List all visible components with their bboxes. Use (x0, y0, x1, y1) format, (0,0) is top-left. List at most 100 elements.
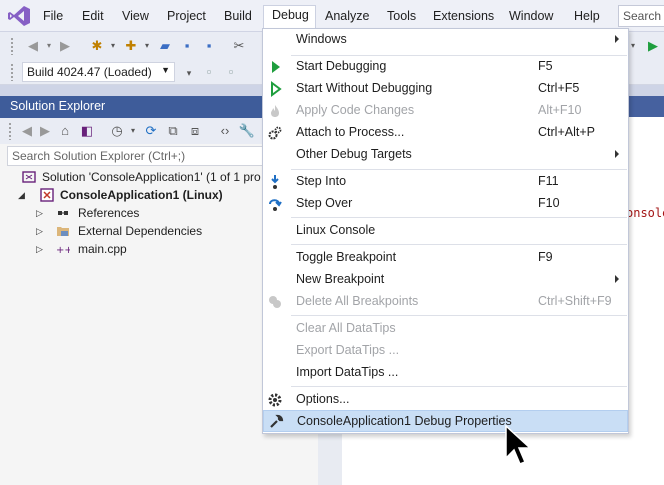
menu-separator (291, 315, 627, 316)
menu-item-label: Options... (296, 392, 350, 406)
menu-analyze[interactable]: Analyze (325, 8, 369, 26)
collapsed-arrow-icon[interactable]: ▷ (36, 222, 43, 240)
tree-item-external-dependencies[interactable]: ▷ External Dependencies (36, 222, 202, 240)
menu-item-other-debug-targets[interactable]: Other Debug Targets (263, 144, 628, 166)
folder-icon (57, 227, 69, 236)
configuration-select[interactable]: Build 4024.47 (Loaded) ▼ (22, 62, 175, 82)
solution-icon (22, 171, 36, 183)
submenu-arrow-icon (615, 150, 619, 158)
global-search-input[interactable]: Search ( (618, 5, 664, 27)
flame-icon (271, 105, 279, 117)
open-file-icon[interactable]: ▰ (156, 37, 174, 55)
menu-item-step-over[interactable]: Step Over F10 (263, 193, 628, 215)
menu-item-debug-properties[interactable]: ConsoleApplication1 Debug Properties (263, 410, 628, 432)
toolbar-overflow-icon[interactable]: ▾ (180, 64, 198, 82)
menu-item-label: Step Over (296, 196, 353, 210)
menu-view[interactable]: View (122, 8, 149, 26)
thread-icon[interactable]: ▫ (200, 63, 218, 81)
pending-changes-dropdown-icon[interactable]: ▾ (124, 122, 142, 140)
home-icon[interactable]: ⌂ (56, 122, 74, 140)
collapsed-arrow-icon[interactable]: ▷ (36, 240, 43, 258)
menu-item-label: Linux Console (296, 223, 376, 237)
menu-item-shortcut: F9 (538, 250, 553, 264)
menu-item-windows[interactable]: Windows (263, 29, 628, 51)
cut-icon[interactable]: ✂ (230, 37, 248, 55)
mouse-pointer-icon (505, 425, 532, 465)
menu-item-start-debugging[interactable]: Start Debugging F5 (263, 56, 628, 78)
menu-item-clear-all-datatips[interactable]: Clear All DataTips (263, 318, 628, 340)
menu-item-import-datatips[interactable]: Import DataTips ... (263, 362, 628, 384)
save-icon[interactable]: ▪ (178, 37, 196, 55)
step-over-icon (269, 199, 282, 211)
menu-separator (291, 244, 627, 245)
menu-separator (291, 169, 627, 170)
menu-edit[interactable]: Edit (82, 8, 104, 26)
tree-item-main-cpp[interactable]: ▷ ++ main.cpp (36, 240, 127, 258)
add-item-dropdown-icon[interactable]: ▾ (138, 37, 156, 55)
collapsed-arrow-icon[interactable]: ▷ (36, 204, 43, 222)
stack-frame-icon[interactable]: ▫ (222, 63, 240, 81)
menu-item-toggle-breakpoint[interactable]: Toggle Breakpoint F9 (263, 247, 628, 269)
start-debug-icon[interactable]: ▶ (644, 37, 662, 55)
menu-item-label: New Breakpoint (296, 272, 385, 286)
menu-tools[interactable]: Tools (387, 8, 416, 26)
back-icon[interactable]: ◀ (18, 122, 36, 140)
code-fragment: onsole (626, 206, 664, 220)
refresh-icon[interactable]: ⟳ (142, 122, 160, 140)
menu-item-label: Delete All Breakpoints (296, 294, 419, 308)
menu-item-export-datatips[interactable]: Export DataTips ... (263, 340, 628, 362)
switch-views-icon[interactable]: ◧ (78, 122, 96, 140)
visual-studio-logo-icon (8, 6, 30, 26)
menu-item-label: Clear All DataTips (296, 321, 396, 335)
tree-item-solution[interactable]: Solution 'ConsoleApplication1' (1 of 1 p… (22, 168, 261, 186)
menu-item-step-into[interactable]: Step Into F11 (263, 171, 628, 193)
menu-item-label: Step Into (296, 174, 347, 188)
step-into-icon (271, 175, 279, 189)
tree-item-label: main.cpp (78, 242, 127, 256)
menu-item-label: Windows (296, 32, 347, 46)
menu-project[interactable]: Project (167, 8, 206, 26)
menu-debug[interactable]: Debug (263, 5, 316, 29)
debug-menu-dropdown: Windows Start Debugging F5 Start Without… (262, 28, 629, 434)
expanded-arrow-icon[interactable]: ◢ (18, 186, 25, 204)
menu-item-linux-console[interactable]: Linux Console (263, 220, 628, 242)
menu-item-apply-code-changes[interactable]: Apply Code Changes Alt+F10 (263, 100, 628, 122)
tree-item-project[interactable]: ◢ ConsoleApplication1 (Linux) (18, 186, 223, 204)
properties-icon[interactable]: 🔧 (238, 122, 256, 140)
tree-item-label: Solution 'ConsoleApplication1' (1 of 1 p… (42, 170, 261, 184)
code-view-icon[interactable]: ‹› (216, 122, 234, 140)
chevron-down-icon: ▼ (161, 65, 170, 75)
menu-debug-label: Debug (272, 8, 309, 22)
menu-build[interactable]: Build (224, 8, 252, 26)
save-all-icon[interactable]: ▪ (200, 37, 218, 55)
menu-extensions[interactable]: Extensions (433, 8, 494, 26)
toolbar-grip[interactable] (8, 122, 12, 140)
menu-item-start-without-debugging[interactable]: Start Without Debugging Ctrl+F5 (263, 78, 628, 100)
menu-item-label: Other Debug Targets (296, 147, 412, 161)
show-all-files-icon[interactable]: ⧈ (186, 122, 204, 140)
forward-icon[interactable]: ▶ (36, 122, 54, 140)
collapse-all-icon[interactable]: ⧉ (164, 122, 182, 140)
cpp-file-icon: ++ (56, 245, 70, 256)
menu-item-label: ConsoleApplication1 Debug Properties (297, 414, 512, 428)
menu-item-options[interactable]: Options... (263, 389, 628, 411)
menu-file[interactable]: File (43, 8, 63, 26)
menu-item-attach-to-process[interactable]: Attach to Process... Ctrl+Alt+P (263, 122, 628, 144)
menu-window[interactable]: Window (509, 8, 553, 26)
menu-item-shortcut: Ctrl+Alt+P (538, 125, 595, 139)
menu-item-shortcut: Alt+F10 (538, 103, 582, 117)
menu-item-label: Apply Code Changes (296, 103, 415, 117)
toolbar-grip[interactable] (10, 63, 14, 81)
tree-item-references[interactable]: ▷ References (36, 204, 139, 222)
menu-separator (291, 217, 627, 218)
menu-help[interactable]: Help (574, 8, 600, 26)
menu-item-new-breakpoint[interactable]: New Breakpoint (263, 269, 628, 291)
play-outline-icon (271, 81, 282, 97)
configuration-value: Build 4024.47 (Loaded) (27, 65, 152, 79)
toolbar-grip[interactable] (10, 37, 14, 55)
menu-item-delete-all-breakpoints[interactable]: Delete All Breakpoints Ctrl+Shift+F9 (263, 291, 628, 313)
forward-icon[interactable]: ▶ (56, 37, 74, 55)
new-project-dropdown-icon[interactable]: ▾ (104, 37, 122, 55)
delete-breakpoints-icon (269, 296, 281, 308)
tree-item-label: External Dependencies (78, 224, 203, 238)
